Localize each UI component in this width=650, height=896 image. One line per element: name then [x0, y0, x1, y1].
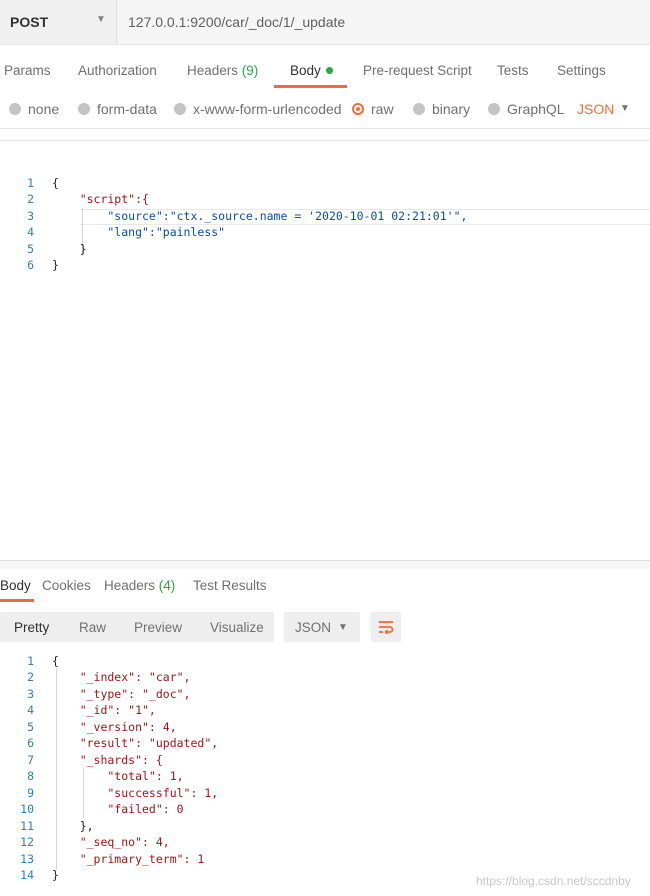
headers-count: (9) — [241, 63, 259, 78]
code-line: "_id": "1", — [52, 703, 156, 717]
language-select[interactable]: JSON — [577, 101, 614, 117]
line-number: 6 — [27, 258, 34, 272]
code-line: } — [52, 258, 59, 272]
line-number: 2 — [27, 670, 34, 684]
code-line: "total": 1, — [52, 769, 184, 783]
line-number: 7 — [27, 753, 34, 767]
view-raw-button[interactable]: Raw — [79, 620, 106, 635]
response-tab-headers[interactable]: Headers (4) — [104, 578, 175, 593]
radio-form-data[interactable]: form-data — [78, 101, 157, 117]
response-tab-cookies[interactable]: Cookies — [42, 578, 91, 593]
code-line: } — [52, 242, 87, 256]
radio-binary[interactable]: binary — [413, 101, 470, 117]
response-headers-count: (4) — [158, 578, 176, 593]
code-line: "_version": 4, — [52, 720, 177, 734]
radio-icon — [78, 103, 90, 115]
view-preview-button[interactable]: Preview — [134, 620, 182, 635]
radio-icon — [413, 103, 425, 115]
tab-pre-request-script[interactable]: Pre-request Script — [363, 63, 472, 78]
tab-tests[interactable]: Tests — [497, 63, 529, 78]
chevron-down-icon[interactable]: ▼ — [338, 622, 348, 633]
line-number: 5 — [27, 720, 34, 734]
line-number: 4 — [27, 225, 34, 239]
method-label: POST — [10, 14, 49, 30]
divider — [0, 140, 650, 141]
response-divider[interactable] — [0, 560, 650, 569]
code-line: "_primary_term": 1 — [52, 852, 205, 866]
chevron-down-icon[interactable]: ▼ — [620, 103, 630, 114]
code-line: "lang":"painless" — [52, 225, 226, 239]
line-number: 3 — [27, 209, 34, 223]
code-line: "source":"ctx._source.name = '2020-10-01… — [52, 209, 468, 223]
active-tab-indicator — [274, 85, 347, 88]
active-response-tab-indicator — [0, 599, 34, 602]
code-line: "script":{ — [52, 192, 149, 206]
watermark: https://blog.csdn.net/sccdnby — [476, 874, 631, 888]
line-number: 1 — [27, 176, 34, 190]
code-line: "_index": "car", — [52, 670, 191, 684]
chevron-down-icon[interactable]: ▼ — [96, 14, 106, 25]
wrap-lines-button[interactable] — [371, 612, 401, 642]
tab-settings[interactable]: Settings — [557, 63, 606, 78]
line-number: 10 — [20, 802, 34, 816]
radio-x-www-form-urlencoded[interactable]: x-www-form-urlencoded — [174, 101, 342, 117]
line-number: 14 — [20, 868, 34, 882]
line-number: 2 — [27, 192, 34, 206]
code-line: { — [52, 176, 59, 190]
response-tab-body[interactable]: Body — [0, 578, 31, 593]
radio-selected-icon — [352, 103, 364, 115]
code-line: }, — [52, 819, 94, 833]
radio-icon — [174, 103, 186, 115]
code-line: "failed": 0 — [52, 802, 184, 816]
radio-graphql[interactable]: GraphQL — [488, 101, 565, 117]
line-number: 1 — [27, 654, 34, 668]
view-visualize-button[interactable]: Visualize — [210, 620, 264, 635]
divider — [0, 128, 650, 129]
line-number: 6 — [27, 736, 34, 750]
code-line: "_type": "_doc", — [52, 687, 191, 701]
tab-body[interactable]: Body — [290, 63, 333, 78]
code-line: } — [52, 868, 59, 882]
line-number: 12 — [20, 835, 34, 849]
url-input[interactable]: 127.0.0.1:9200/car/_doc/1/_update — [128, 14, 345, 30]
green-dot-icon — [325, 67, 333, 74]
line-number: 9 — [27, 786, 34, 800]
tab-headers[interactable]: Headers (9) — [187, 63, 258, 78]
response-tab-test-results[interactable]: Test Results — [193, 578, 267, 593]
radio-icon — [488, 103, 500, 115]
code-line: "result": "updated", — [52, 736, 219, 750]
radio-icon — [9, 103, 21, 115]
line-number: 11 — [20, 819, 34, 833]
tab-authorization[interactable]: Authorization — [78, 63, 157, 78]
code-line: "_seq_no": 4, — [52, 835, 170, 849]
view-pretty-button[interactable]: Pretty — [14, 620, 49, 635]
line-number: 5 — [27, 242, 34, 256]
radio-none[interactable]: none — [9, 101, 59, 117]
line-number: 4 — [27, 703, 34, 717]
code-line: "successful": 1, — [52, 786, 219, 800]
wrap-lines-icon — [379, 621, 394, 634]
code-line: "_shards": { — [52, 753, 163, 767]
format-label: JSON — [295, 620, 332, 635]
line-number: 13 — [20, 852, 34, 866]
radio-raw[interactable]: raw — [352, 101, 394, 117]
line-number: 3 — [27, 687, 34, 701]
tab-params[interactable]: Params — [4, 63, 51, 78]
line-number: 8 — [27, 769, 34, 783]
code-line: { — [52, 654, 59, 668]
